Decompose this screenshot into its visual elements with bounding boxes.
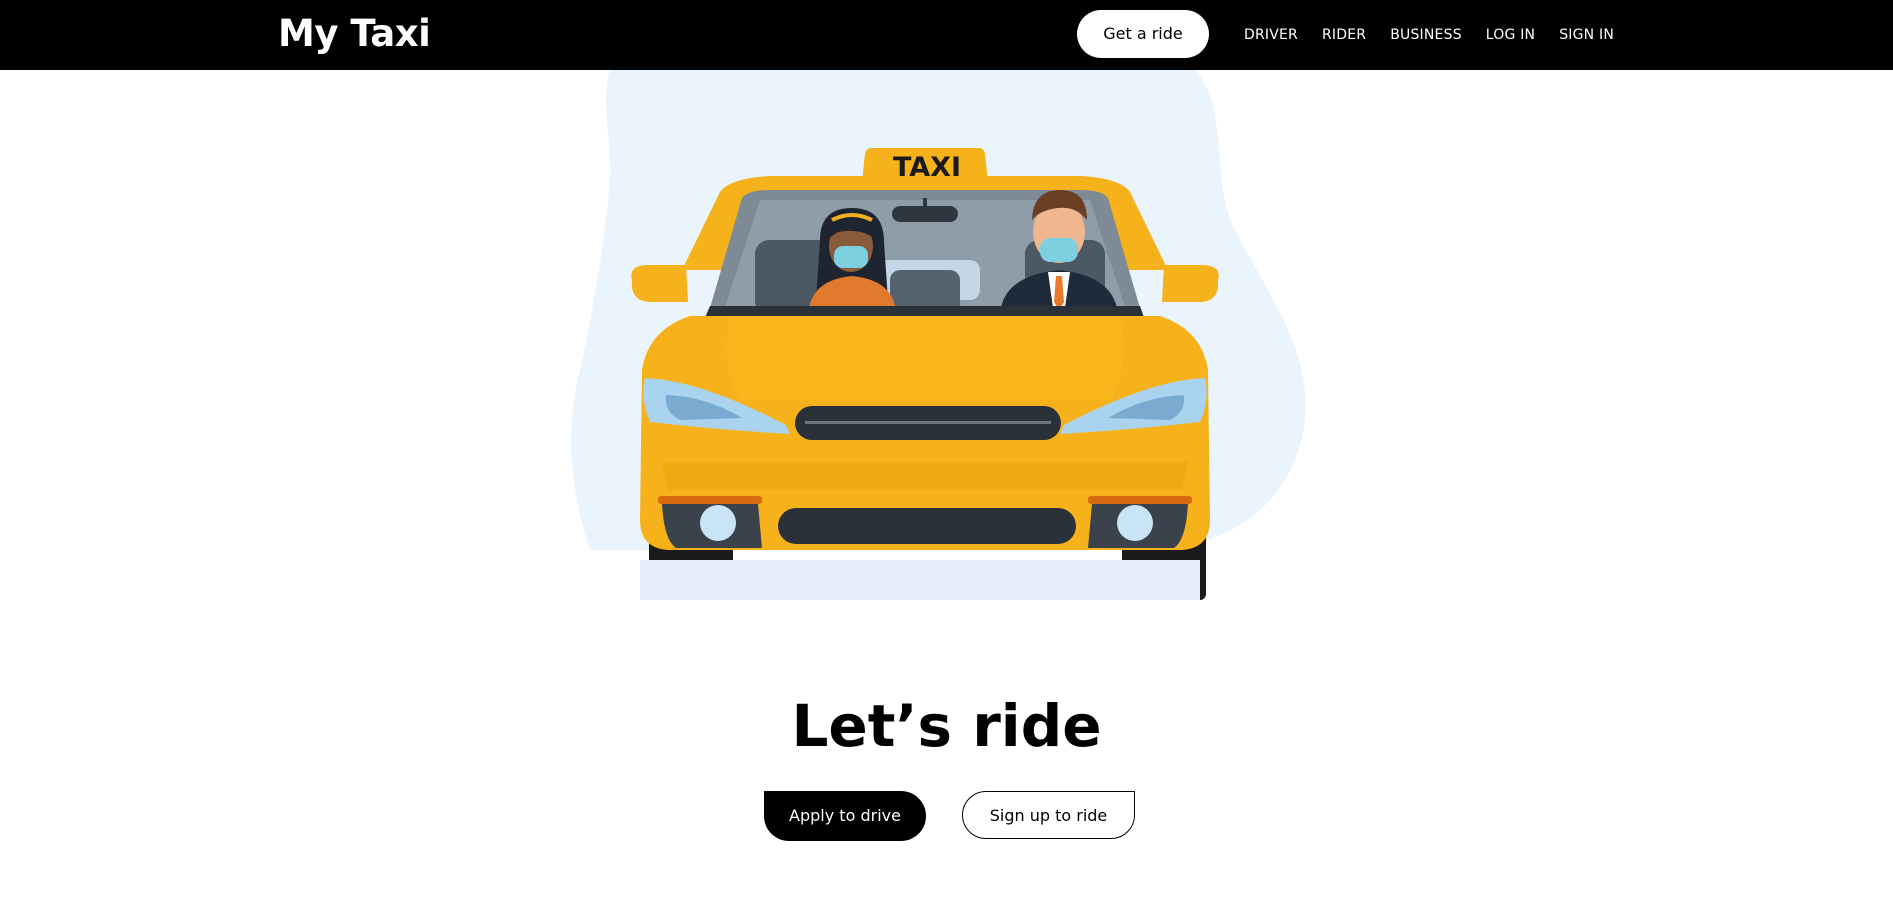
nav-link-log-in[interactable]: LOG IN: [1486, 0, 1535, 70]
nav-link-rider[interactable]: RIDER: [1322, 0, 1366, 70]
left-fog-light: [700, 505, 736, 541]
nav-link-sign-in[interactable]: SIGN IN: [1559, 0, 1614, 70]
brand-logo[interactable]: My Taxi: [278, 10, 431, 58]
get-a-ride-button[interactable]: Get a ride: [1077, 10, 1209, 58]
right-side-mirror: [1162, 265, 1219, 302]
apply-to-drive-button[interactable]: Apply to drive: [764, 791, 926, 841]
page-headline: Let’s ride: [791, 692, 1102, 760]
taxi-illustration-icon: TAXI: [571, 70, 1306, 600]
lower-air-intake: [778, 508, 1076, 544]
right-fog-light: [1117, 505, 1153, 541]
left-side-mirror: [631, 265, 688, 302]
sign-up-to-ride-button[interactable]: Sign up to ride: [962, 791, 1135, 839]
hero-illustration: TAXI: [570, 70, 1325, 600]
nav-links: DRIVER RIDER BUSINESS LOG IN SIGN IN: [1244, 0, 1638, 70]
nav-link-business[interactable]: BUSINESS: [1390, 0, 1462, 70]
rearview-mirror: [892, 206, 958, 222]
nav-link-driver[interactable]: DRIVER: [1244, 0, 1298, 70]
top-navbar: My Taxi Get a ride DRIVER RIDER BUSINESS…: [0, 0, 1893, 70]
